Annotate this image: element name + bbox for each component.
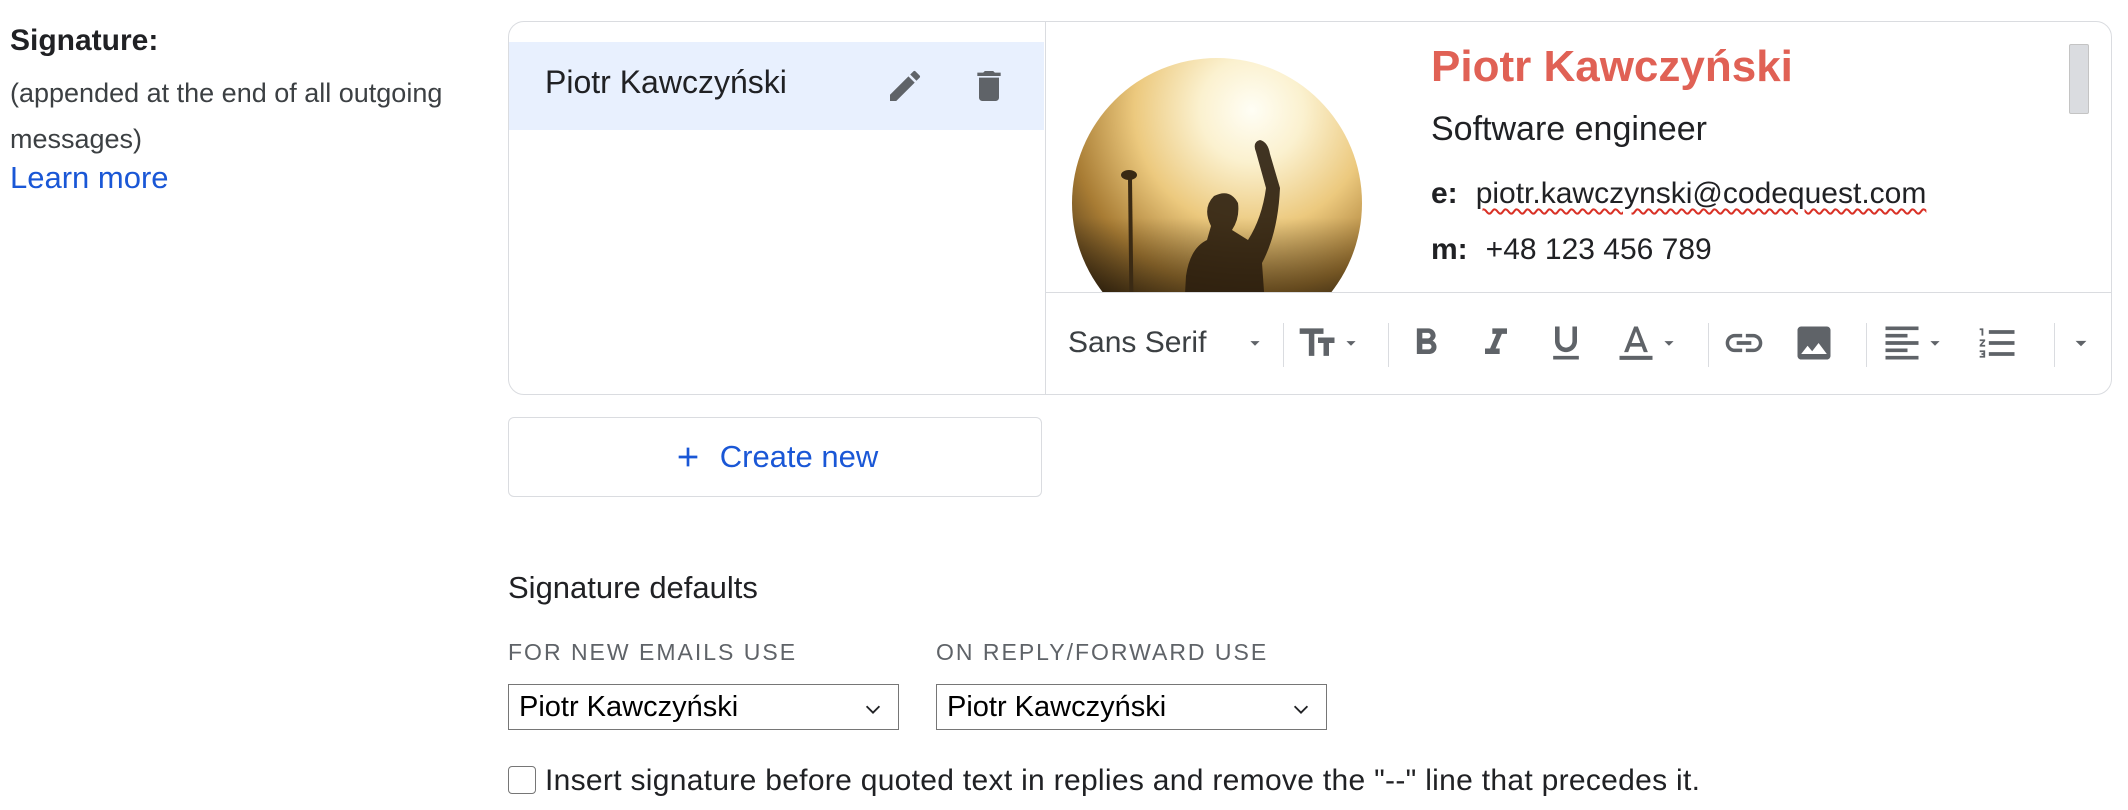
insert-signature-checkbox[interactable]	[508, 766, 536, 794]
create-new-label: Create new	[719, 439, 879, 474]
align-button[interactable]	[1880, 317, 1946, 369]
new-emails-label: FOR NEW EMAILS USE	[508, 639, 798, 665]
signature-email-row: e: piotr.kawczynski@codequest.com	[1431, 177, 1926, 211]
signature-email: piotr.kawczynski@codequest.com	[1475, 177, 1927, 210]
text-size-icon	[1299, 328, 1335, 356]
signature-content-area[interactable]: Piotr Kawczyński Software engineer e: pio…	[1046, 22, 2111, 293]
learn-more-link[interactable]: Learn more	[10, 160, 169, 196]
pencil-icon	[890, 70, 921, 101]
dropdown-arrow-icon	[1250, 341, 1260, 346]
chevron-down-icon	[1293, 705, 1309, 714]
dropdown-arrow-icon	[1930, 341, 1940, 346]
email-label: e:	[1431, 177, 1458, 210]
italic-button[interactable]	[1474, 317, 1518, 369]
reply-forward-selected-value: Piotr Kawczyński	[947, 690, 1167, 723]
insert-image-button[interactable]	[1792, 317, 1836, 369]
signature-panel: Piotr Kawczyński Piotr Kawczyński Softwa…	[508, 21, 2112, 395]
dropdown-arrow-icon	[1664, 341, 1674, 346]
phone-label: m:	[1431, 233, 1468, 266]
underline-button[interactable]	[1544, 317, 1588, 369]
signature-photo	[1072, 58, 1362, 292]
signature-item-name: Piotr Kawczyński	[545, 64, 787, 100]
text-size-button[interactable]	[1296, 317, 1362, 369]
text-color-icon	[1619, 326, 1653, 360]
font-select[interactable]: Sans Serif	[1068, 317, 1266, 369]
signature-editor: Piotr Kawczyński Software engineer e: pio…	[1046, 22, 2111, 394]
dropdown-arrow-icon	[1346, 341, 1356, 346]
bold-icon	[1416, 328, 1437, 354]
text-color-button[interactable]	[1614, 317, 1680, 369]
signature-list: Piotr Kawczyński	[509, 22, 1046, 394]
link-button[interactable]	[1722, 317, 1766, 369]
underline-icon	[1553, 326, 1579, 360]
image-icon	[1797, 326, 1831, 360]
signature-heading: Signature:	[10, 24, 159, 57]
delete-signature-button[interactable]	[961, 58, 1017, 114]
signature-role: Software engineer	[1431, 110, 1707, 148]
plus-icon	[678, 447, 698, 467]
chevron-down-icon	[865, 705, 881, 714]
link-icon	[1725, 333, 1763, 353]
signature-phone-row: m: +48 123 456 789	[1431, 233, 1712, 267]
signature-description: (appended at the end of all outgoing mes…	[10, 78, 443, 154]
signature-list-item[interactable]: Piotr Kawczyński	[509, 42, 1044, 130]
signature-defaults-heading: Signature defaults	[508, 570, 758, 605]
more-options-button[interactable]	[2068, 317, 2094, 369]
reply-forward-label: ON REPLY/FORWARD USE	[936, 639, 1269, 665]
signature-phone: +48 123 456 789	[1485, 233, 1712, 266]
numbered-list-button[interactable]	[1976, 317, 2020, 369]
align-icon	[1885, 326, 1919, 360]
signature-name: Piotr Kawczyński	[1431, 42, 1793, 91]
font-name: Sans Serif	[1068, 326, 1207, 359]
formatting-toolbar: Sans Serif	[1046, 293, 2111, 394]
create-new-button[interactable]: Create new	[508, 417, 1042, 497]
trash-icon	[977, 71, 1001, 101]
insert-signature-label: Insert signature before quoted text in r…	[545, 764, 1701, 797]
more-icon	[2075, 340, 2087, 347]
bold-button[interactable]	[1404, 317, 1448, 369]
edit-signature-button[interactable]	[877, 58, 933, 114]
new-emails-selected-value: Piotr Kawczyński	[519, 690, 739, 723]
new-emails-select[interactable]: Piotr Kawczyński	[508, 684, 899, 730]
numbered-list-icon	[1979, 328, 2015, 358]
reply-forward-select[interactable]: Piotr Kawczyński	[936, 684, 1327, 730]
italic-icon	[1485, 328, 1507, 354]
editor-scrollbar[interactable]	[2069, 44, 2089, 114]
